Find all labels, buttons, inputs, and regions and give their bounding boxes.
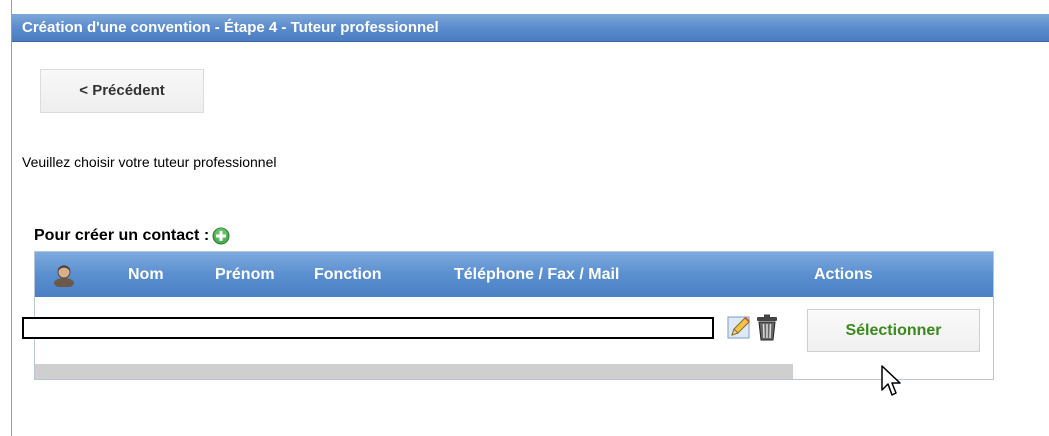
window-title: Création d'une convention - Étape 4 - Tu… (12, 14, 1049, 42)
edit-pencil-icon[interactable] (727, 315, 752, 340)
select-button[interactable]: Sélectionner (807, 309, 980, 352)
mouse-cursor-icon (881, 365, 901, 396)
trash-icon[interactable] (755, 314, 779, 341)
column-header-actions: Actions (814, 266, 873, 283)
add-circle-icon[interactable] (212, 227, 230, 245)
create-contact-row: Pour créer un contact : (34, 225, 230, 247)
tutor-row-field[interactable] (22, 317, 714, 339)
page: Création d'une convention - Étape 4 - Tu… (0, 0, 1049, 436)
column-header-prenom[interactable]: Prénom (215, 252, 275, 297)
horizontal-scrollbar[interactable] (35, 364, 793, 379)
column-header-nom[interactable]: Nom (128, 252, 164, 297)
previous-button[interactable]: < Précédent (40, 69, 204, 113)
column-header-fonction[interactable]: Fonction (314, 252, 382, 297)
user-icon (54, 265, 74, 287)
create-contact-label: Pour créer un contact : (34, 227, 210, 244)
column-header-telephone[interactable]: Téléphone / Fax / Mail (454, 252, 619, 297)
instruction-text: Veuillez choisir votre tuteur profession… (22, 154, 277, 170)
grid-header: Nom Prénom Fonction Téléphone / Fax / Ma… (35, 252, 993, 297)
